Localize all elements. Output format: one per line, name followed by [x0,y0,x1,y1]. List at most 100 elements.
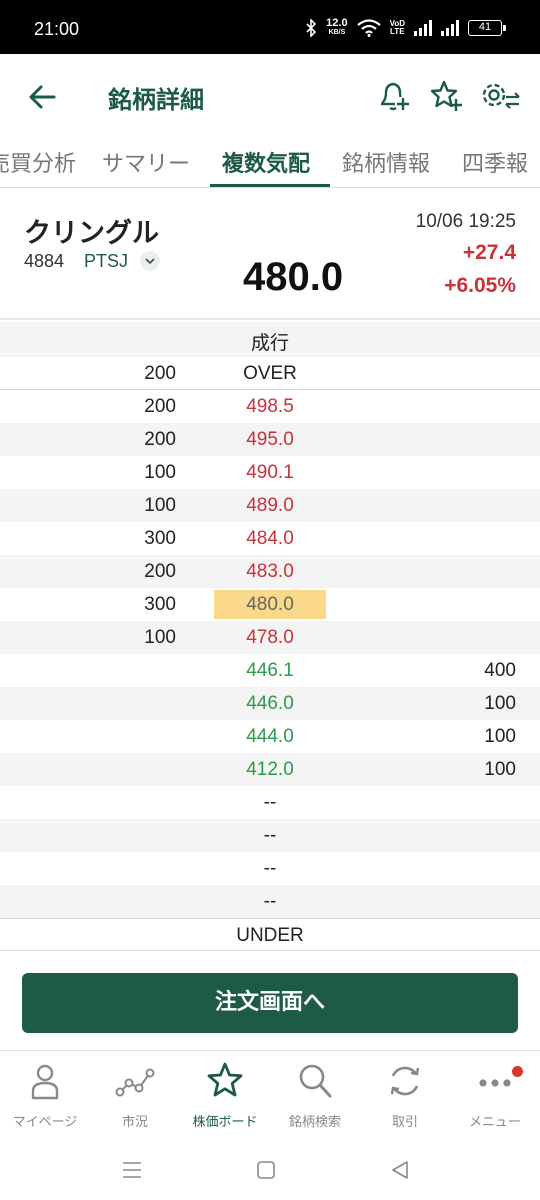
ask-qty: 300 [144,528,176,549]
star-icon [207,1062,243,1097]
page-title: 銘柄詳細 [108,86,204,114]
more-dots-icon [479,1079,511,1087]
ask-row[interactable]: 200 495.0 [0,423,540,456]
ask-price[interactable]: 484.0 [214,528,326,550]
bid-price[interactable]: 446.1 [214,660,326,682]
bid-qty: 100 [484,693,516,714]
ask-row-current[interactable]: 300 480.0 [0,588,540,621]
ask-row[interactable]: 100 489.0 [0,489,540,522]
home-icon[interactable] [254,1158,278,1182]
ask-qty: 300 [144,594,176,615]
empty-row: -- [0,885,540,918]
nav-label: メニュー [468,1115,521,1130]
ask-price[interactable]: 495.0 [214,429,326,451]
market-order-row: 成行 [0,322,540,357]
nav-market[interactable]: 市況 [90,1051,180,1141]
empty-placeholder: -- [263,858,277,879]
bid-qty: 400 [484,660,516,681]
status-bar: 21:00 12.0 KB/S VoD LTE 41 [0,0,540,54]
stock-summary: クリングル 4884 PTSJ 480.0 10/06 19:25 +27.4 … [0,189,540,320]
status-icons: 12.0 KB/S VoD LTE 41 [305,17,506,37]
bottom-navigation: マイページ 市況 株価ボード 銘柄検索 取引 メニュー [0,1050,540,1140]
ask-row[interactable]: 100 490.1 [0,456,540,489]
tab-bar: 売買分析 サマリー 複数気配 銘柄情報 四季報 [0,138,540,188]
empty-placeholder: -- [263,825,277,846]
system-navigation-bar [0,1140,540,1200]
bid-row[interactable]: 446.0 100 [0,687,540,720]
back-triangle-icon[interactable] [388,1158,412,1182]
network-speed: 12.0 KB/S [326,17,348,37]
recent-apps-icon[interactable] [120,1158,144,1182]
market-selector[interactable]: PTSJ [84,251,128,272]
bid-price[interactable]: 412.0 [214,759,326,781]
bid-qty: 100 [484,759,516,780]
person-icon [31,1064,59,1100]
current-price-cell[interactable]: 480.0 [214,590,326,619]
bid-row[interactable]: 444.0 100 [0,720,540,753]
bid-row[interactable]: 446.1 400 [0,654,540,687]
ask-price[interactable]: 483.0 [214,561,326,583]
wifi-icon [356,18,381,37]
ask-price[interactable]: 478.0 [214,627,326,649]
bluetooth-icon [306,18,317,37]
ask-row[interactable]: 200 498.5 [0,390,540,423]
market-order-label: 成行 [250,333,289,354]
empty-row: -- [0,786,540,819]
tab-summary[interactable]: サマリー [102,146,190,178]
ask-price[interactable]: 490.1 [214,462,326,484]
tab-shikiho[interactable]: 四季報 [462,146,528,178]
tab-stock-info[interactable]: 銘柄情報 [342,146,430,178]
app-header: 銘柄詳細 [0,54,540,138]
price-change: +27.4 [462,241,516,264]
refresh-cycle-icon [390,1066,420,1096]
over-ask-qty: 200 [144,363,176,384]
nav-my-page[interactable]: マイページ [0,1051,90,1141]
bid-price[interactable]: 444.0 [214,726,326,748]
bid-row[interactable]: 412.0 100 [0,753,540,786]
nav-label: 市況 [121,1115,148,1130]
back-arrow-icon[interactable] [26,81,58,113]
over-row: 200 OVER [0,357,540,390]
bid-qty: 100 [484,726,516,747]
nav-label: 銘柄検索 [288,1115,341,1130]
current-price: 480.0 [243,255,344,299]
stock-name: クリングル [24,218,159,249]
nav-trade[interactable]: 取引 [360,1051,450,1141]
bell-plus-icon[interactable] [376,78,412,114]
chevron-down-icon[interactable] [140,251,160,271]
star-plus-icon[interactable] [428,78,464,114]
tab-multiple-quotes[interactable]: 複数気配 [222,146,310,178]
search-icon [299,1064,332,1098]
quote-timestamp: 10/06 19:25 [415,211,516,232]
ask-qty: 100 [144,462,176,483]
empty-row: -- [0,819,540,852]
notification-badge [512,1066,523,1077]
ask-qty: 100 [144,495,176,516]
nav-stock-board[interactable]: 株価ボード [180,1051,270,1141]
ask-qty: 200 [144,396,176,417]
bid-price[interactable]: 446.0 [214,693,326,715]
under-row: UNDER [0,918,540,951]
price-change-percent: +6.05% [444,274,516,297]
nav-label: 株価ボード [192,1115,258,1130]
ask-price[interactable]: 489.0 [214,495,326,517]
ask-row[interactable]: 100 478.0 [0,621,540,654]
ask-row[interactable]: 200 483.0 [0,555,540,588]
settings-swap-icon[interactable] [478,78,522,114]
ask-qty: 200 [144,561,176,582]
signal-2-icon [441,19,459,36]
ask-qty: 200 [144,429,176,450]
tab-trade-analysis[interactable]: 売買分析 [0,146,76,178]
status-time: 21:00 [34,19,80,39]
order-screen-button[interactable]: 注文画面へ [22,973,518,1033]
empty-placeholder: -- [263,792,277,813]
nav-stock-search[interactable]: 銘柄検索 [270,1051,360,1141]
empty-row: -- [0,852,540,885]
under-label: UNDER [236,925,304,946]
stock-code: 4884 [24,251,65,271]
nav-menu[interactable]: メニュー [450,1051,540,1141]
ask-price[interactable]: 498.5 [214,396,326,418]
ask-row[interactable]: 300 484.0 [0,522,540,555]
nav-label: マイページ [12,1115,78,1130]
nav-label: 取引 [391,1115,418,1130]
